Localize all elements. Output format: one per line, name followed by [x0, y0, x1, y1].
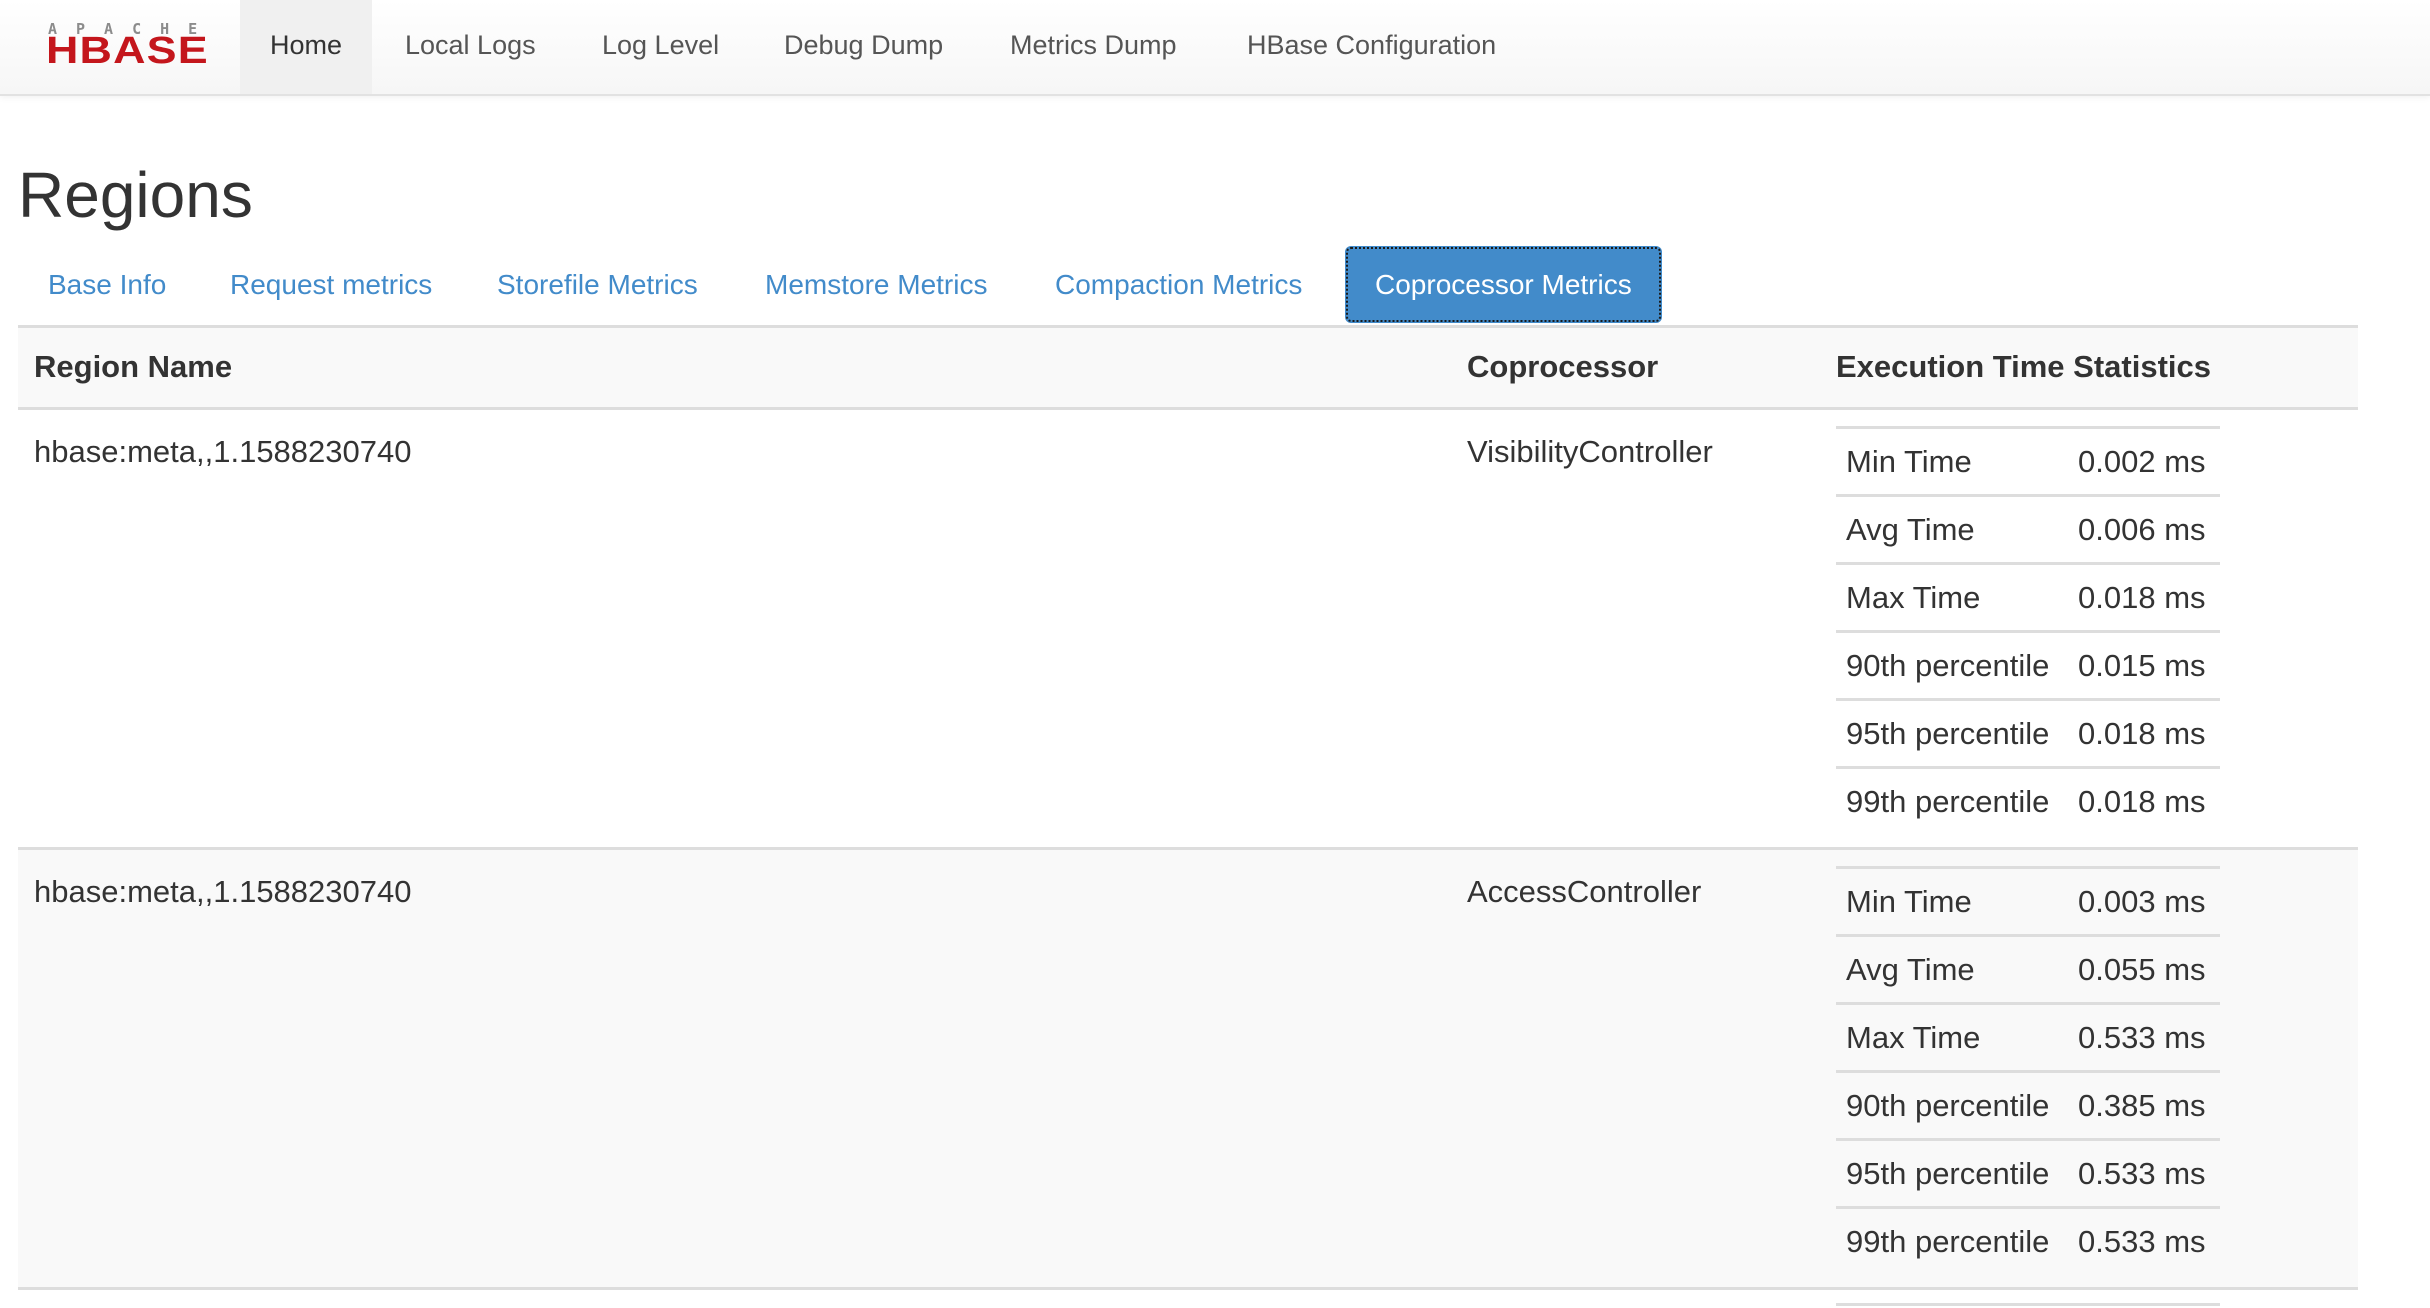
execution-stats-table: Min Time 0.003 ms Avg Time 0.055 ms Max …	[1836, 866, 2220, 1274]
top-navbar: APACHE HBASE Home Local Logs Log Level D…	[0, 0, 2430, 96]
stat-label: Avg Time	[1846, 952, 1975, 987]
execution-stats-table: Min Time 0.002 ms Avg Time 0.006 ms Max …	[1836, 426, 2220, 834]
stat-label: 90th percentile	[1846, 1088, 2050, 1123]
region-metrics-tabs: Base Info Request metrics Storefile Metr…	[18, 246, 2358, 327]
stat-value: 0.533 ms	[2078, 1224, 2206, 1259]
stat-row-99th-percentile: 99th percentile 0.533 ms	[1836, 1209, 2220, 1274]
logo-hbase-text: HBASE	[46, 30, 209, 72]
region-name-cell: hbase:meta,,1.1588230740	[34, 434, 412, 469]
stat-value: 0.385 ms	[2078, 1088, 2206, 1123]
nav-home[interactable]: Home	[240, 0, 373, 94]
tab-request-metrics[interactable]: Request metrics	[200, 246, 462, 323]
nav-metrics-dump[interactable]: Metrics Dump	[980, 0, 1207, 94]
stat-row-max-time: Max Time 0.018 ms	[1836, 565, 2220, 633]
nav-debug-dump[interactable]: Debug Dump	[754, 0, 973, 94]
tab-coprocessor-metrics[interactable]: Coprocessor Metrics	[1345, 246, 1662, 323]
tab-memstore-metrics[interactable]: Memstore Metrics	[735, 246, 1017, 323]
stat-row-min-time: Min Time 0.002 ms	[1836, 429, 2220, 497]
coprocessor-cell: AccessController	[1467, 874, 1702, 909]
tab-base-info[interactable]: Base Info	[18, 246, 196, 323]
stat-row-max-time: Max Time 0.533 ms	[1836, 1005, 2220, 1073]
stat-row-avg-time: Avg Time 0.055 ms	[1836, 937, 2220, 1005]
nav-hbase-configuration[interactable]: HBase Configuration	[1217, 0, 1526, 94]
header-region-name: Region Name	[34, 349, 233, 384]
tab-compaction-metrics[interactable]: Compaction Metrics	[1025, 246, 1332, 323]
stat-value: 0.015 ms	[2078, 648, 2206, 683]
stat-value: 0.533 ms	[2078, 1020, 2206, 1055]
coprocessor-metrics-table: Region Name Coprocessor Execution Time S…	[18, 328, 2358, 1290]
stat-value: 0.003 ms	[2078, 884, 2206, 919]
stat-value: 0.533 ms	[2078, 1156, 2206, 1191]
stat-label: 95th percentile	[1846, 716, 2050, 751]
stat-value: 0.055 ms	[2078, 952, 2206, 987]
stat-label: 95th percentile	[1846, 1156, 2050, 1191]
table-row: hbase:meta,,1.1588230740 VisibilityContr…	[18, 410, 2358, 850]
stat-label: Max Time	[1846, 580, 1981, 615]
stat-row-95th-percentile: 95th percentile 0.018 ms	[1836, 701, 2220, 769]
nav-local-logs[interactable]: Local Logs	[375, 0, 566, 94]
next-row-stats-divider	[1836, 1303, 2220, 1306]
stat-value: 0.018 ms	[2078, 580, 2206, 615]
stat-label: 99th percentile	[1846, 784, 2050, 819]
stat-row-99th-percentile: 99th percentile 0.018 ms	[1836, 769, 2220, 834]
header-coprocessor: Coprocessor	[1467, 349, 1659, 384]
tab-storefile-metrics[interactable]: Storefile Metrics	[467, 246, 728, 323]
table-row: hbase:meta,,1.1588230740 AccessControlle…	[18, 850, 2358, 1290]
stat-row-90th-percentile: 90th percentile 0.015 ms	[1836, 633, 2220, 701]
stat-row-avg-time: Avg Time 0.006 ms	[1836, 497, 2220, 565]
stat-value: 0.018 ms	[2078, 716, 2206, 751]
table-header: Region Name Coprocessor Execution Time S…	[18, 328, 2358, 410]
nav-log-level[interactable]: Log Level	[572, 0, 749, 94]
stat-label: 90th percentile	[1846, 648, 2050, 683]
stat-label: Min Time	[1846, 444, 1972, 479]
region-name-cell: hbase:meta,,1.1588230740	[34, 874, 412, 909]
stat-row-min-time: Min Time 0.003 ms	[1836, 869, 2220, 937]
stat-label: Min Time	[1846, 884, 1972, 919]
header-execution-time-statistics: Execution Time Statistics	[1836, 349, 2211, 384]
stat-value: 0.006 ms	[2078, 512, 2206, 547]
stat-label: Max Time	[1846, 1020, 1981, 1055]
stat-value: 0.002 ms	[2078, 444, 2206, 479]
stat-row-95th-percentile: 95th percentile 0.533 ms	[1836, 1141, 2220, 1209]
stat-row-90th-percentile: 90th percentile 0.385 ms	[1836, 1073, 2220, 1141]
coprocessor-cell: VisibilityController	[1467, 434, 1713, 469]
page-title: Regions	[18, 159, 253, 231]
stat-value: 0.018 ms	[2078, 784, 2206, 819]
stat-label: 99th percentile	[1846, 1224, 2050, 1259]
stat-label: Avg Time	[1846, 512, 1975, 547]
hbase-logo[interactable]: APACHE HBASE	[46, 22, 210, 71]
